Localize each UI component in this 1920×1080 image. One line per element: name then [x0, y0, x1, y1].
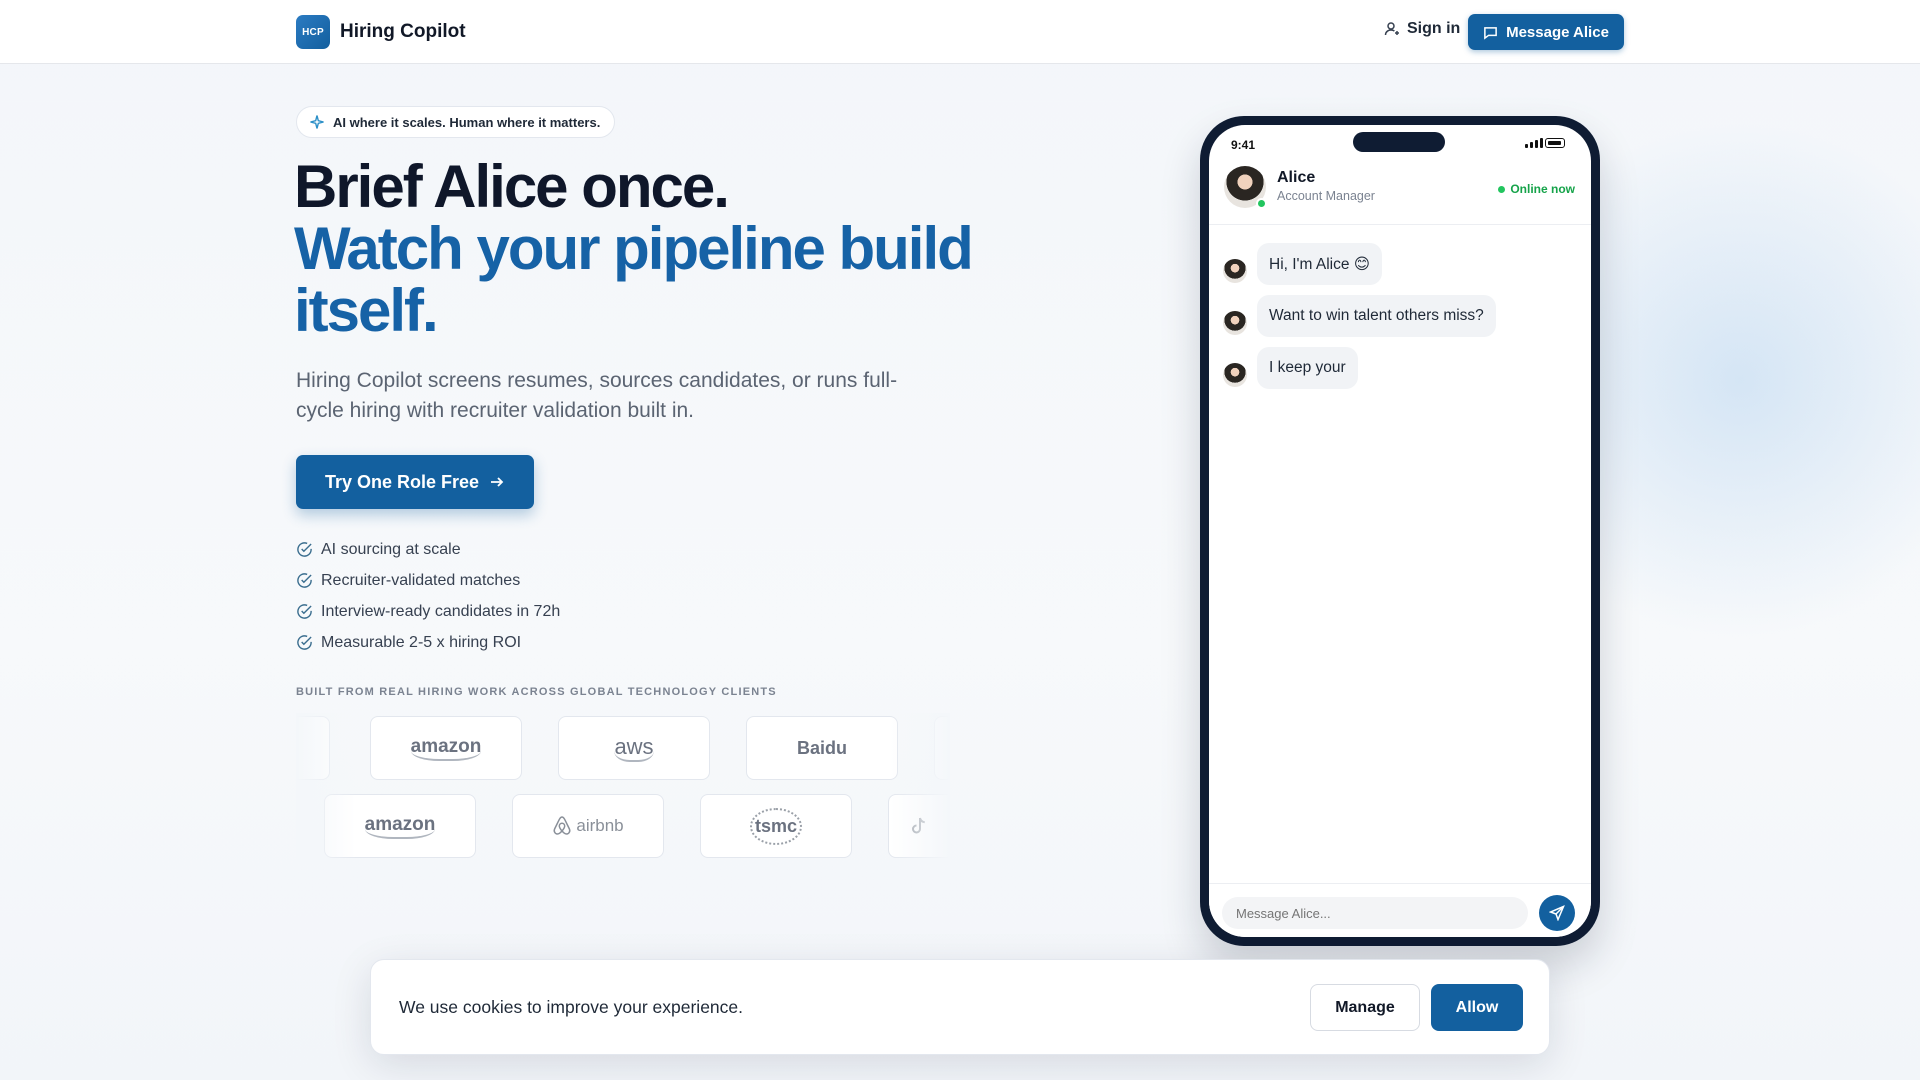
chat-message: I keep your: [1223, 347, 1583, 399]
feature-label: Measurable 2-5 x hiring ROI: [321, 633, 522, 651]
client-logo-card: amazon: [324, 794, 476, 858]
chat-message: Hi, I'm Alice 😊: [1223, 243, 1583, 295]
client-logo-card-partial: [296, 716, 330, 780]
client-logo-card: amazon: [370, 716, 522, 780]
baidu-logo: Baidu: [796, 737, 847, 758]
chat-icon: [1484, 26, 1497, 40]
alice-avatar-small: [1223, 311, 1247, 335]
logo-mark: HCP: [296, 15, 330, 49]
cookie-banner: We use cookies to improve your experienc…: [370, 959, 1550, 1055]
amazon-logo: amazon: [364, 814, 436, 839]
chat-composer: [1209, 883, 1591, 937]
send-button[interactable]: [1539, 895, 1575, 931]
chat-message: Want to win talent others miss?: [1223, 295, 1583, 347]
sign-in-link[interactable]: Sign in: [1384, 20, 1460, 38]
phone-mockup: 9:41 Alice Account Manager Online now Hi…: [1200, 116, 1600, 946]
online-status: Online now: [1498, 182, 1575, 196]
client-logo-marquee: amazon aws Baidu amazon airbnb tsmc: [296, 713, 950, 863]
feature-list: AI sourcing at scale Recruiter-validated…: [296, 534, 560, 658]
client-logo-card: airbnb: [512, 794, 664, 858]
airbnb-icon: [553, 816, 571, 835]
brand-logo[interactable]: HCP Hiring Copilot: [296, 15, 466, 49]
signal-icon: [1525, 138, 1543, 148]
hero-subtitle: Hiring Copilot screens resumes, sources …: [296, 369, 898, 422]
try-one-role-free-button[interactable]: Try One Role Free: [296, 455, 534, 509]
status-time: 9:41: [1231, 138, 1256, 152]
top-navbar: HCP Hiring Copilot Sign in Message Alice: [0, 0, 1920, 64]
client-logo-card: tsmc: [700, 794, 852, 858]
brand-name: Hiring Copilot: [340, 21, 466, 42]
phone-screen: 9:41 Alice Account Manager Online now Hi…: [1209, 125, 1591, 937]
message-alice-label: Message Alice: [1506, 23, 1609, 41]
cta-label: Try One Role Free: [324, 471, 480, 492]
feature-item: Interview-ready candidates in 72h: [296, 596, 560, 627]
feature-label: Interview-ready candidates in 72h: [321, 602, 561, 620]
dynamic-island: [1353, 132, 1445, 152]
hero-headline: Brief Alice once. Watch your pipeline bu…: [294, 156, 994, 342]
message-input[interactable]: [1222, 897, 1528, 929]
tsmc-logo: tsmc: [749, 807, 803, 845]
message-bubble: I keep your: [1257, 347, 1358, 389]
feature-label: Recruiter-validated matches: [321, 571, 521, 589]
sign-in-label: Sign in: [1407, 20, 1461, 37]
sparkle-icon: [310, 115, 324, 129]
client-logo-card: aws: [558, 716, 710, 780]
alice-avatar-small: [1223, 259, 1247, 283]
headline-line-2: Watch your pipeline build itself.: [294, 215, 974, 344]
user-icon: [1384, 22, 1399, 36]
chat-messages: Hi, I'm Alice 😊 Want to win talent other…: [1223, 243, 1583, 399]
feature-item: Recruiter-validated matches: [296, 565, 560, 596]
feature-label: AI sourcing at scale: [321, 540, 461, 558]
allow-cookies-button[interactable]: Allow: [1431, 984, 1523, 1031]
client-logo-card-partial: [934, 716, 950, 780]
tagline-text: AI where it scales. Human where it matte…: [333, 114, 601, 130]
airbnb-logo: airbnb: [576, 816, 624, 835]
manage-cookies-button[interactable]: Manage: [1310, 984, 1420, 1031]
check-circle-icon: [297, 542, 312, 557]
check-circle-icon: [297, 604, 312, 619]
feature-item: AI sourcing at scale: [296, 534, 560, 565]
cookie-message: We use cookies to improve your experienc…: [399, 997, 744, 1017]
send-icon: [1549, 905, 1565, 921]
client-logo-card-partial: [888, 794, 950, 858]
aws-logo: aws: [614, 734, 654, 762]
feature-item: Measurable 2-5 x hiring ROI: [296, 627, 560, 658]
headline-line-1: Brief Alice once.: [294, 153, 730, 220]
check-circle-icon: [297, 635, 312, 650]
phone-status-bar: 9:41: [1209, 125, 1591, 161]
arrow-right-icon: [491, 477, 504, 487]
chat-header: Alice Account Manager Online now: [1209, 161, 1591, 225]
agent-role: Account Manager: [1277, 189, 1375, 203]
message-alice-button[interactable]: Message Alice: [1468, 14, 1624, 50]
message-bubble: Hi, I'm Alice 😊: [1257, 243, 1382, 285]
tiktok-icon: [912, 817, 925, 834]
online-indicator: [1256, 198, 1267, 209]
tagline-pill: AI where it scales. Human where it matte…: [296, 106, 616, 138]
clients-label: BUILT FROM REAL HIRING WORK ACROSS GLOBA…: [296, 686, 777, 698]
battery-icon: [1545, 138, 1565, 148]
check-circle-icon: [297, 573, 312, 588]
alice-avatar-small: [1223, 363, 1247, 387]
client-logo-card: Baidu: [746, 716, 898, 780]
amazon-logo: amazon: [410, 736, 482, 761]
message-bubble: Want to win talent others miss?: [1257, 295, 1496, 337]
agent-name: Alice: [1277, 169, 1316, 186]
